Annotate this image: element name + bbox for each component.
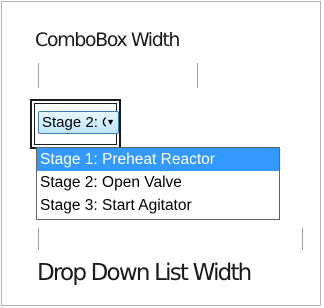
combobox-width-left-marker [38,63,39,88]
dropdown-width-left-marker [38,228,39,250]
dropdown-width-caption: Drop Down List Width [37,260,252,286]
dropdown-option-stage-2[interactable]: Stage 2: Open Valve [37,171,279,194]
dropdown-option-stage-3[interactable]: Stage 3: Start Agitator [37,194,279,217]
combobox-width-right-marker [197,63,198,88]
chevron-down-icon[interactable]: ▼ [106,112,115,133]
dropdown-width-right-marker [302,228,303,250]
stage-combobox[interactable]: Stage 2: Oper ▼ [38,111,119,134]
combobox-selected-text: Stage 2: Oper [42,114,106,131]
dropdown-list[interactable]: Stage 1: Preheat Reactor Stage 2: Open V… [36,147,280,220]
combobox-width-caption: ComboBox Width [35,29,180,51]
dropdown-option-stage-1[interactable]: Stage 1: Preheat Reactor [37,148,279,171]
